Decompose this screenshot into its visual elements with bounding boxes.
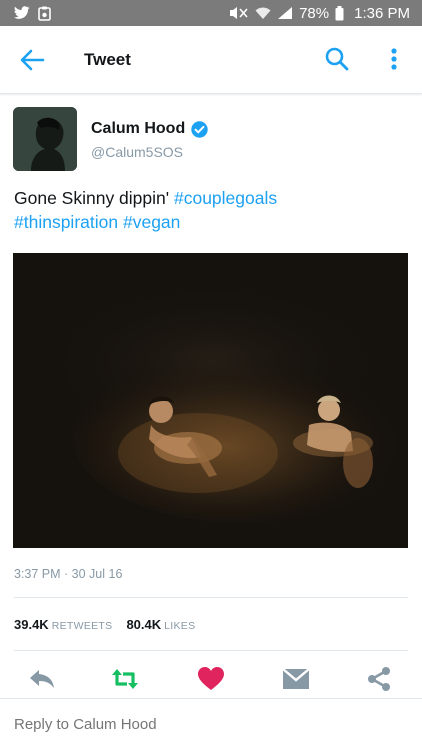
tweet-photo[interactable]	[13, 253, 408, 548]
retweets-count: 39.4K	[14, 617, 49, 632]
tweet-body-text: Gone Skinny dippin'	[14, 188, 170, 208]
likes-count: 80.4K	[126, 617, 162, 632]
tweet-text: Gone Skinny dippin' #couplegoals #thinsp…	[14, 186, 409, 234]
retweets-label: RETWEETS	[51, 620, 113, 632]
author-handle[interactable]: @Calum5SOS	[91, 144, 183, 160]
search-icon[interactable]	[324, 46, 350, 72]
status-time: 1:36 PM	[354, 4, 410, 22]
tweet-stats: 39.4K RETWEETS 80.4K LIKES	[14, 617, 195, 632]
likes-stat[interactable]: 80.4K LIKES	[126, 617, 195, 632]
battery-percent: 78%	[299, 4, 330, 22]
page-title: Tweet	[84, 50, 131, 69]
likes-label: LIKES	[164, 620, 196, 632]
status-bar: 78% 1:36 PM	[0, 0, 422, 26]
retweets-stat[interactable]: 39.4K RETWEETS	[14, 617, 112, 632]
reply-input[interactable]	[14, 716, 409, 733]
divider	[14, 650, 408, 651]
app-bar: Tweet	[0, 26, 422, 94]
avatar[interactable]	[13, 107, 77, 171]
divider	[0, 698, 422, 699]
tweet-timestamp: 3:37 PM · 30 Jul 16	[14, 567, 123, 581]
divider	[14, 597, 408, 598]
hashtag-link[interactable]: #vegan	[123, 212, 180, 232]
verified-badge-icon	[191, 120, 208, 138]
twitter-bird-icon	[14, 6, 30, 19]
reply-icon[interactable]	[27, 666, 57, 692]
retweet-icon[interactable]	[110, 666, 140, 692]
signal-icon	[278, 7, 293, 19]
author-name[interactable]: Calum Hood	[91, 120, 208, 138]
hashtag-link[interactable]: #couplegoals	[174, 188, 277, 208]
share-icon[interactable]	[364, 666, 394, 692]
tweet-actions	[0, 662, 422, 696]
back-arrow-icon[interactable]	[18, 47, 46, 73]
more-vertical-icon[interactable]	[384, 46, 404, 72]
wifi-icon	[255, 7, 271, 19]
hashtag-link[interactable]: #thinspiration	[14, 212, 118, 232]
mute-icon	[230, 7, 248, 19]
like-icon[interactable]	[196, 666, 226, 692]
battery-icon	[335, 5, 344, 20]
clipboard-icon	[38, 6, 51, 21]
direct-message-icon[interactable]	[281, 666, 311, 692]
author-name-text: Calum Hood	[91, 120, 186, 137]
